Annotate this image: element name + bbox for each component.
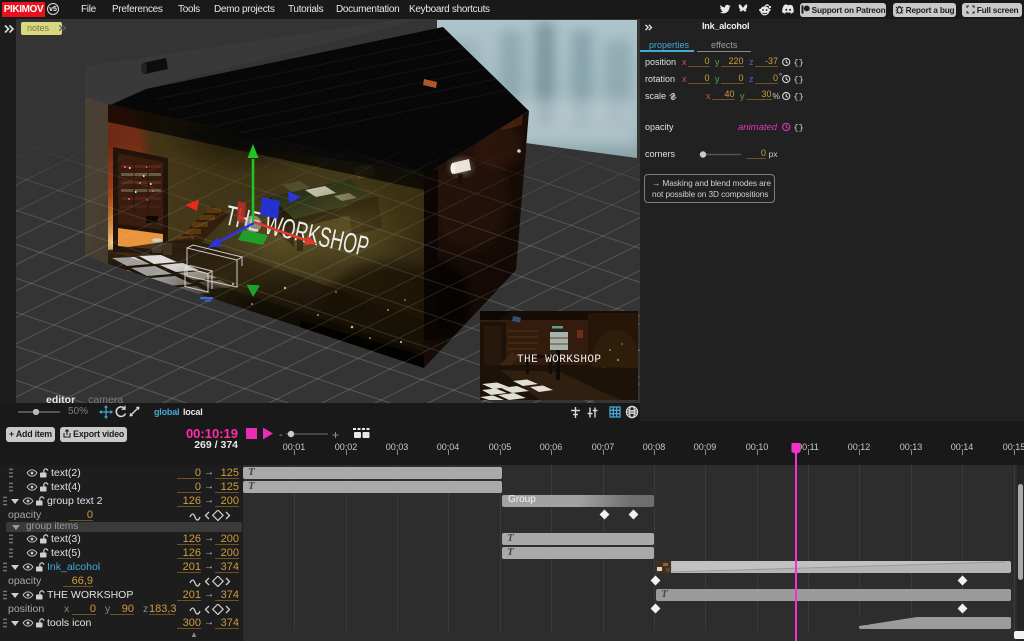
svg-text:{}: {} (794, 58, 804, 67)
svg-text:{}: {} (794, 75, 804, 84)
svg-text:{}: {} (794, 123, 804, 132)
svg-text:THE WORKSHOP: THE WORKSHOP (517, 354, 601, 366)
svg-text:{}: {} (794, 92, 804, 101)
